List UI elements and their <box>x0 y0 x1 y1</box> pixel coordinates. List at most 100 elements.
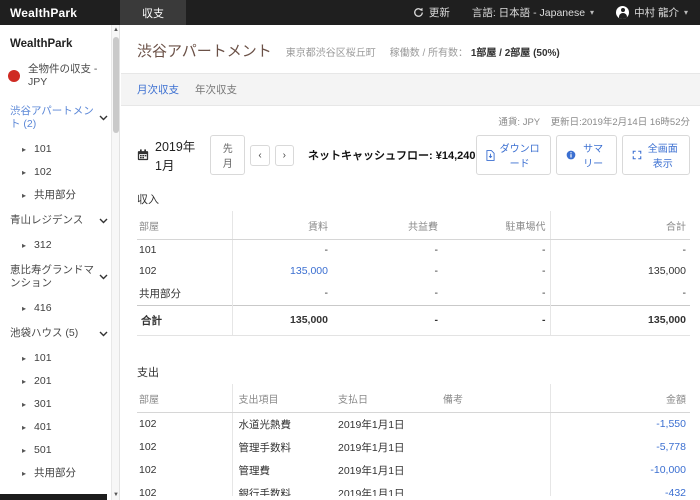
scroll-up-icon[interactable]: ▲ <box>112 25 120 35</box>
table-row: 102管理費2019年1月1日-10,000 <box>137 459 690 482</box>
expense-cell[interactable]: -1,550 <box>550 412 690 436</box>
sidebar-item-label: 池袋ハウス (5) <box>10 327 78 340</box>
income-cell: - <box>332 305 442 335</box>
expense-section-title: 支出 <box>137 364 690 380</box>
income-cell[interactable]: 135,000 <box>232 261 332 282</box>
column-header: 合計 <box>550 211 690 240</box>
fullscreen-button[interactable]: 全画面表示 <box>622 135 690 175</box>
expense-table-body: 102水道光熱費2019年1月1日-1,550102管理手数料2019年1月1日… <box>137 412 690 496</box>
scroll-down-icon[interactable]: ▼ <box>112 490 120 500</box>
table-row: 102水道光熱費2019年1月1日-1,550 <box>137 412 690 436</box>
expense-cell: 102 <box>137 436 232 459</box>
tab-yearly[interactable]: 年次収支 <box>195 82 237 97</box>
sidebar-item-label: 渋谷アパートメント (2) <box>10 105 94 131</box>
sidebar-room-item[interactable]: ▸501 <box>0 439 112 462</box>
income-cell: 共用部分 <box>137 282 232 306</box>
income-table-body: 101----102135,000--135,000共用部分---- <box>137 240 690 306</box>
income-cell: 135,000 <box>232 305 332 335</box>
chevron-down-icon: ▾ <box>590 8 594 17</box>
sidebar-portfolio-summary[interactable]: 全物件の収支 - USD <box>0 485 112 494</box>
income-cell: - <box>332 240 442 261</box>
triangle-right-icon: ▸ <box>22 302 26 315</box>
sidebar-property-item[interactable]: 池袋ハウス (5) <box>0 320 112 347</box>
sidebar-room-item[interactable]: ▸共用部分 <box>0 184 112 207</box>
japan-flag-icon <box>8 70 20 82</box>
sidebar-item-label: 101 <box>34 143 52 156</box>
column-header: 支出項目 <box>232 384 336 413</box>
table-row: 102135,000--135,000 <box>137 261 690 282</box>
nav-tab-balance[interactable]: 収支 <box>120 0 186 25</box>
tab-strip: 月次収支 年次収支 <box>121 73 700 106</box>
sidebar-item-label: 102 <box>34 166 52 179</box>
income-section-title: 収入 <box>137 191 690 207</box>
sidebar-room-item[interactable]: ▸312 <box>0 234 112 257</box>
sidebar-property-item[interactable]: 青山レジデンス <box>0 207 112 234</box>
sidebar-room-item[interactable]: ▸ 101 <box>0 347 112 370</box>
fullscreen-icon <box>632 150 642 160</box>
sidebar-room-item[interactable]: ▸共用部分 <box>0 462 112 485</box>
sidebar-item-label: 全物件の収支 - JPY <box>28 63 108 89</box>
property-header: 渋谷アパートメント 東京都渋谷区桜丘町 稼働数 / 所有数： 1部屋 / 2部屋… <box>121 25 700 73</box>
property-address: 東京都渋谷区桜丘町 <box>286 44 376 59</box>
header-row: 部屋賃料共益費駐車場代合計 <box>137 211 690 240</box>
header-row: 部屋支出項目支払日備考金額 <box>137 384 690 413</box>
sidebar-room-item[interactable]: ▸201 <box>0 370 112 393</box>
column-header: 共益費 <box>332 211 442 240</box>
income-cell: 102 <box>137 261 232 282</box>
prev-month-button[interactable]: 先月 <box>210 135 245 175</box>
sidebar-property-item[interactable]: 渋谷アパートメント (2) <box>0 98 112 138</box>
income-cell: - <box>332 282 442 306</box>
triangle-right-icon: ▸ <box>22 166 26 179</box>
summary-button[interactable]: サマリー <box>556 135 617 175</box>
income-cell: - <box>332 261 442 282</box>
expense-cell: 102 <box>137 412 232 436</box>
sidebar-item-label: 312 <box>34 239 52 252</box>
occupancy-info: 稼働数 / 所有数： 1部屋 / 2部屋 (50%) <box>390 44 560 59</box>
page-title: 渋谷アパートメント <box>137 40 272 61</box>
triangle-right-icon: ▸ <box>22 467 26 480</box>
sidebar-room-item[interactable]: ▸401 <box>0 416 112 439</box>
refresh-button[interactable]: 更新 <box>413 5 450 20</box>
sidebar-room-item[interactable]: ▸ 416 <box>0 297 112 320</box>
top-bar: WealthPark 収支 更新 言語: 日本語 - Japanese ▾ 中村… <box>0 0 700 25</box>
scrollbar-thumb[interactable] <box>113 37 119 133</box>
column-header: 賃料 <box>232 211 332 240</box>
expense-cell[interactable]: -432 <box>550 482 690 497</box>
expense-cell <box>441 459 550 482</box>
column-header: 支払日 <box>336 384 441 413</box>
calendar-icon <box>137 149 149 161</box>
sidebar-item-label: 401 <box>34 421 52 434</box>
download-button[interactable]: ダウンロード <box>476 135 551 175</box>
expense-cell: 2019年1月1日 <box>336 459 441 482</box>
column-header: 備考 <box>441 384 550 413</box>
sidebar-portfolio-summary[interactable]: 全物件の収支 - JPY <box>0 54 112 98</box>
sidebar-item-label: 101 <box>34 352 52 365</box>
sidebar-room-item[interactable]: ▸ 102 <box>0 161 112 184</box>
triangle-right-icon: ▸ <box>22 352 26 365</box>
table-row: 合計135,000--135,000 <box>137 305 690 335</box>
next-arrow-button[interactable]: › <box>275 145 294 166</box>
sidebar-scrollbar[interactable]: ▲ ▼ <box>111 25 119 500</box>
expense-cell[interactable]: -10,000 <box>550 459 690 482</box>
income-cell: - <box>442 261 550 282</box>
income-cell: - <box>232 240 332 261</box>
info-icon <box>566 150 576 160</box>
sidebar-item-label: 青山レジデンス <box>10 214 83 227</box>
tab-monthly[interactable]: 月次収支 <box>137 82 179 97</box>
expense-cell[interactable]: -5,778 <box>550 436 690 459</box>
table-row: 101---- <box>137 240 690 261</box>
user-avatar-icon <box>616 6 629 19</box>
expense-cell <box>441 482 550 497</box>
sidebar-property-item[interactable]: 恵比寿グランドマンション <box>0 257 112 297</box>
sidebar-item-label: 416 <box>34 302 52 315</box>
expense-cell: 銀行手数料 <box>232 482 336 497</box>
user-menu[interactable]: 中村 龍介 ▾ <box>616 5 688 20</box>
expense-cell: 管理手数料 <box>232 436 336 459</box>
expense-cell: 2019年1月1日 <box>336 412 441 436</box>
sidebar-item-label: 301 <box>34 398 52 411</box>
language-selector[interactable]: 言語: 日本語 - Japanese ▾ <box>472 5 594 20</box>
sidebar-room-item[interactable]: ▸101 <box>0 138 112 161</box>
sidebar-room-item[interactable]: ▸301 <box>0 393 112 416</box>
chevron-down-icon <box>99 274 108 280</box>
prev-arrow-button[interactable]: ‹ <box>250 145 269 166</box>
